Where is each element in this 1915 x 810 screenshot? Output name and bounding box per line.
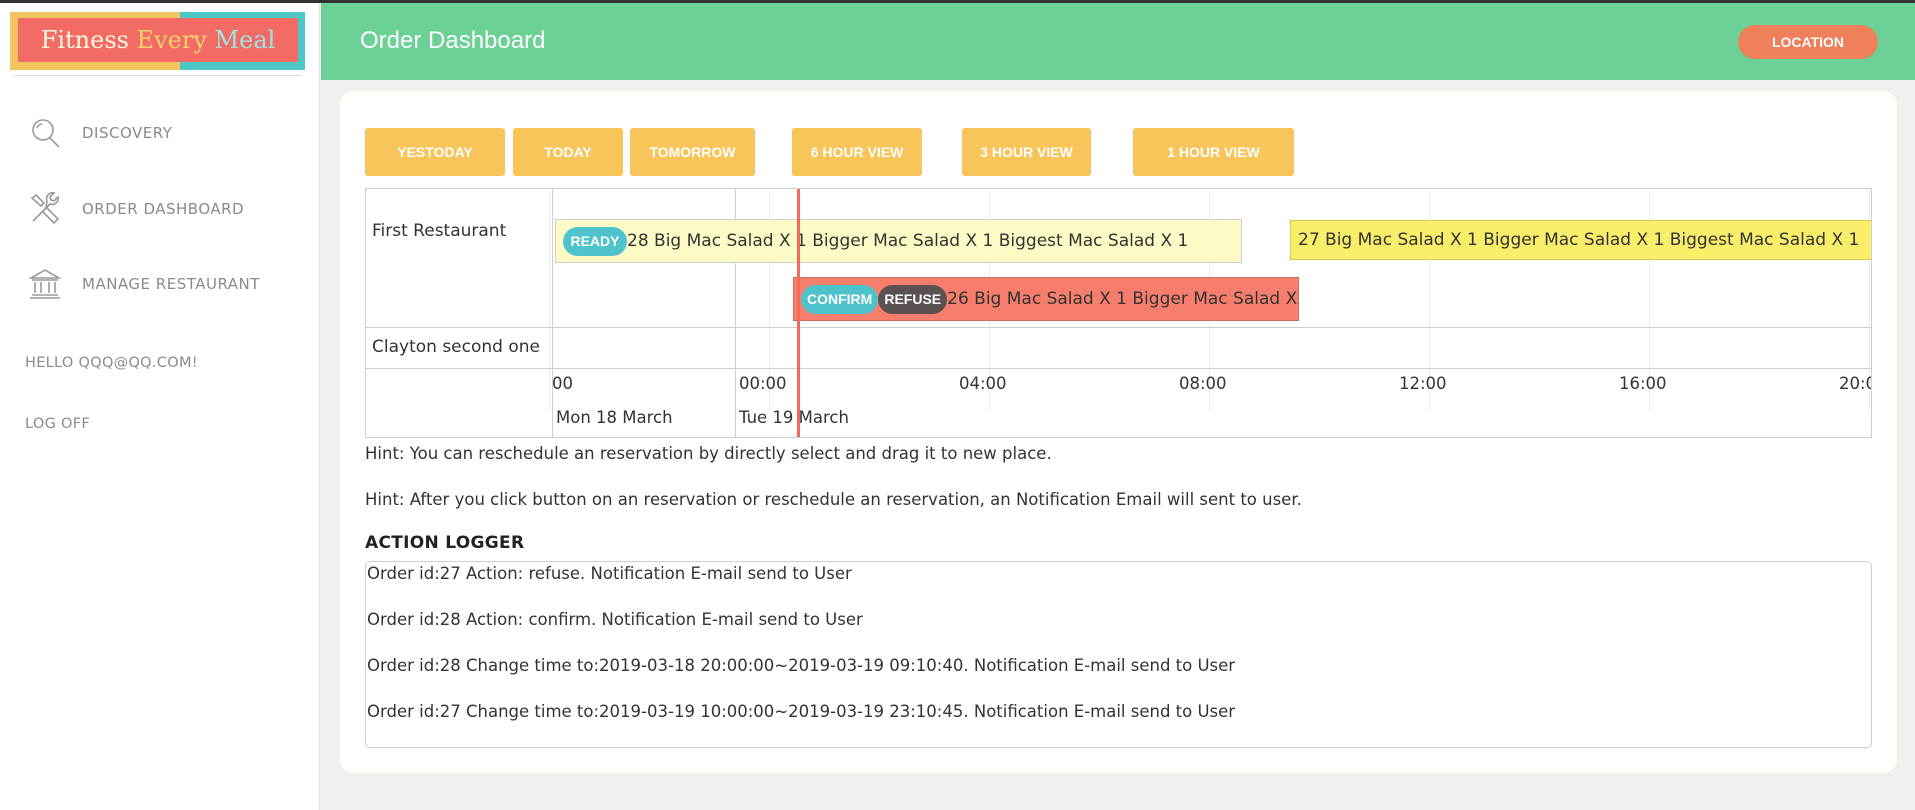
location-button[interactable]: LOCATION <box>1738 25 1878 59</box>
date-label: Tue 19 March <box>739 408 849 427</box>
sidebar-item-manage-restaurant[interactable]: MANAGE RESTAURANT <box>28 264 260 304</box>
date-label: Mon 18 March <box>556 408 673 427</box>
label-column-divider <box>552 189 553 437</box>
timeline-gridline <box>549 189 550 410</box>
reservation-28[interactable]: READY 28 Big Mac Salad X 1 Bigger Mac Sa… <box>555 219 1242 263</box>
log-entry: Order id:27 Action: refuse. Notification… <box>367 564 852 583</box>
bank-icon <box>28 269 62 299</box>
dashboard-card: YESTODAY TODAY TOMORROW 6 HOUR VIEW 3 HO… <box>340 91 1897 773</box>
refuse-button[interactable]: REFUSE <box>878 284 948 314</box>
reservation-26[interactable]: CONFIRM REFUSE 26 Big Mac Salad X 1 Bigg… <box>793 277 1299 321</box>
sidebar: Fitness Every Meal DISCOVERY ORDER DASHB… <box>0 3 320 810</box>
reservation-27[interactable]: 27 Big Mac Salad X 1 Bigger Mac Salad X … <box>1290 220 1871 260</box>
logo-word-fitness: Fitness <box>40 26 129 54</box>
log-entry: Order id:28 Action: confirm. Notificatio… <box>367 610 863 629</box>
log-entry: Order id:28 Change time to:2019-03-18 20… <box>367 656 1236 675</box>
six-hour-view-button[interactable]: 6 HOUR VIEW <box>792 128 922 176</box>
log-entry: Order id:27 Change time to:2019-03-19 10… <box>367 702 1236 721</box>
tick-label: 16:00 <box>1619 374 1667 393</box>
confirm-button[interactable]: CONFIRM <box>801 284 879 314</box>
sidebar-item-label: ORDER DASHBOARD <box>82 200 245 218</box>
three-hour-view-button[interactable]: 3 HOUR VIEW <box>962 128 1091 176</box>
current-time-marker <box>797 189 800 437</box>
tools-icon <box>30 192 60 225</box>
tomorrow-button[interactable]: TOMORROW <box>630 128 755 176</box>
row-label-clayton: Clayton second one <box>372 337 540 357</box>
tick-label: 00 <box>552 374 573 393</box>
row-divider <box>366 327 1871 328</box>
reservation-text: 28 Big Mac Salad X 1 Bigger Mac Salad X … <box>627 231 1189 251</box>
sidebar-item-label: MANAGE RESTAURANT <box>82 275 260 293</box>
logoff-link[interactable]: LOG OFF <box>25 416 90 432</box>
tick-label: 08:00 <box>1179 374 1227 393</box>
brand-logo[interactable]: Fitness Every Meal <box>10 12 305 70</box>
ready-badge[interactable]: READY <box>563 226 627 256</box>
reservation-text: 27 Big Mac Salad X 1 Bigger Mac Salad X … <box>1298 230 1860 250</box>
logo-word-every: Every <box>136 26 207 54</box>
tick-label: 20:00 <box>1839 374 1871 393</box>
one-hour-view-button[interactable]: 1 HOUR VIEW <box>1133 128 1294 176</box>
logo-word-meal: Meal <box>214 26 276 54</box>
tick-label: 04:00 <box>959 374 1007 393</box>
axis-divider <box>366 368 1871 369</box>
search-icon <box>32 119 60 148</box>
action-logger[interactable]: Order id:27 Action: refuse. Notification… <box>365 561 1872 748</box>
sidebar-item-discovery[interactable]: DISCOVERY <box>28 113 172 153</box>
yesterday-button[interactable]: YESTODAY <box>365 128 505 176</box>
tick-label: 12:00 <box>1399 374 1447 393</box>
reservation-text: 26 Big Mac Salad X 1 Bigger Mac Salad X … <box>947 289 1299 309</box>
page-title: Order Dashboard <box>360 27 546 54</box>
today-button[interactable]: TODAY <box>513 128 623 176</box>
action-logger-title: ACTION LOGGER <box>365 533 525 553</box>
tick-label: 00:00 <box>739 374 787 393</box>
reservation-timeline: First Restaurant Clayton second one READ… <box>365 188 1872 438</box>
logo-divider <box>14 75 302 76</box>
window-top-edge <box>0 0 1915 3</box>
hint-notification: Hint: After you click button on an reser… <box>365 490 1302 509</box>
user-greeting: HELLO QQQ@QQ.COM! <box>25 355 198 371</box>
hint-drag: Hint: You can reschedule an reservation … <box>365 444 1052 463</box>
sidebar-item-label: DISCOVERY <box>82 124 173 142</box>
row-label-first-restaurant: First Restaurant <box>372 221 507 241</box>
logo-text: Fitness Every Meal <box>18 18 298 62</box>
sidebar-item-order-dashboard[interactable]: ORDER DASHBOARD <box>28 189 244 229</box>
top-header: Order Dashboard LOCATION <box>321 3 1915 80</box>
